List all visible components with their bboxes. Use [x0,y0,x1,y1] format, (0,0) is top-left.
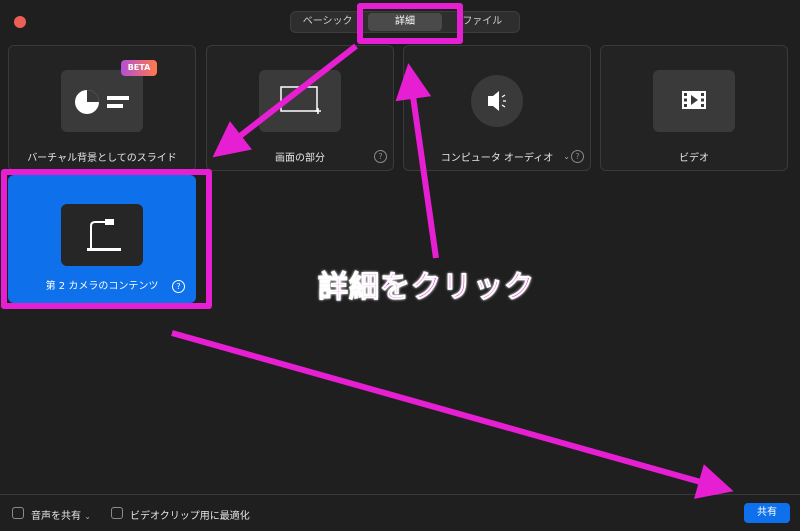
arrow-to-tab [395,63,439,259]
arrow-to-camera-card [212,43,358,158]
arrow-to-share-button [171,330,734,499]
annotation-text: 詳細をクリック [318,270,535,306]
